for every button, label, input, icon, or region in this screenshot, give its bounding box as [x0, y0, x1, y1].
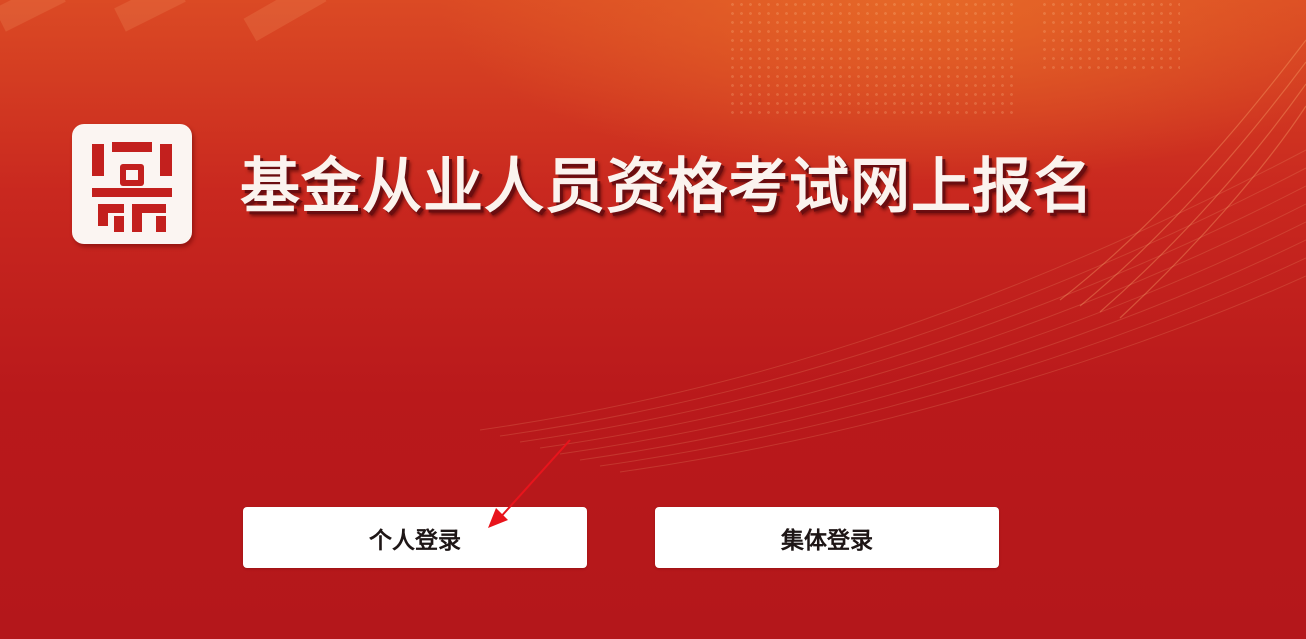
seal-logo-icon [72, 124, 192, 244]
decorative-dot-grid [1040, 0, 1180, 70]
group-login-button[interactable]: 集体登录 [655, 507, 999, 568]
site-title: 基金从业人员资格考试网上报名 [240, 152, 1094, 222]
personal-login-button[interactable]: 个人登录 [243, 507, 587, 568]
decorative-wave-lines [0, 0, 1306, 473]
login-page: 基金从业人员资格考试网上报名 个人登录 集体登录 [0, 0, 1306, 639]
decorative-dot-grid [728, 0, 1018, 120]
